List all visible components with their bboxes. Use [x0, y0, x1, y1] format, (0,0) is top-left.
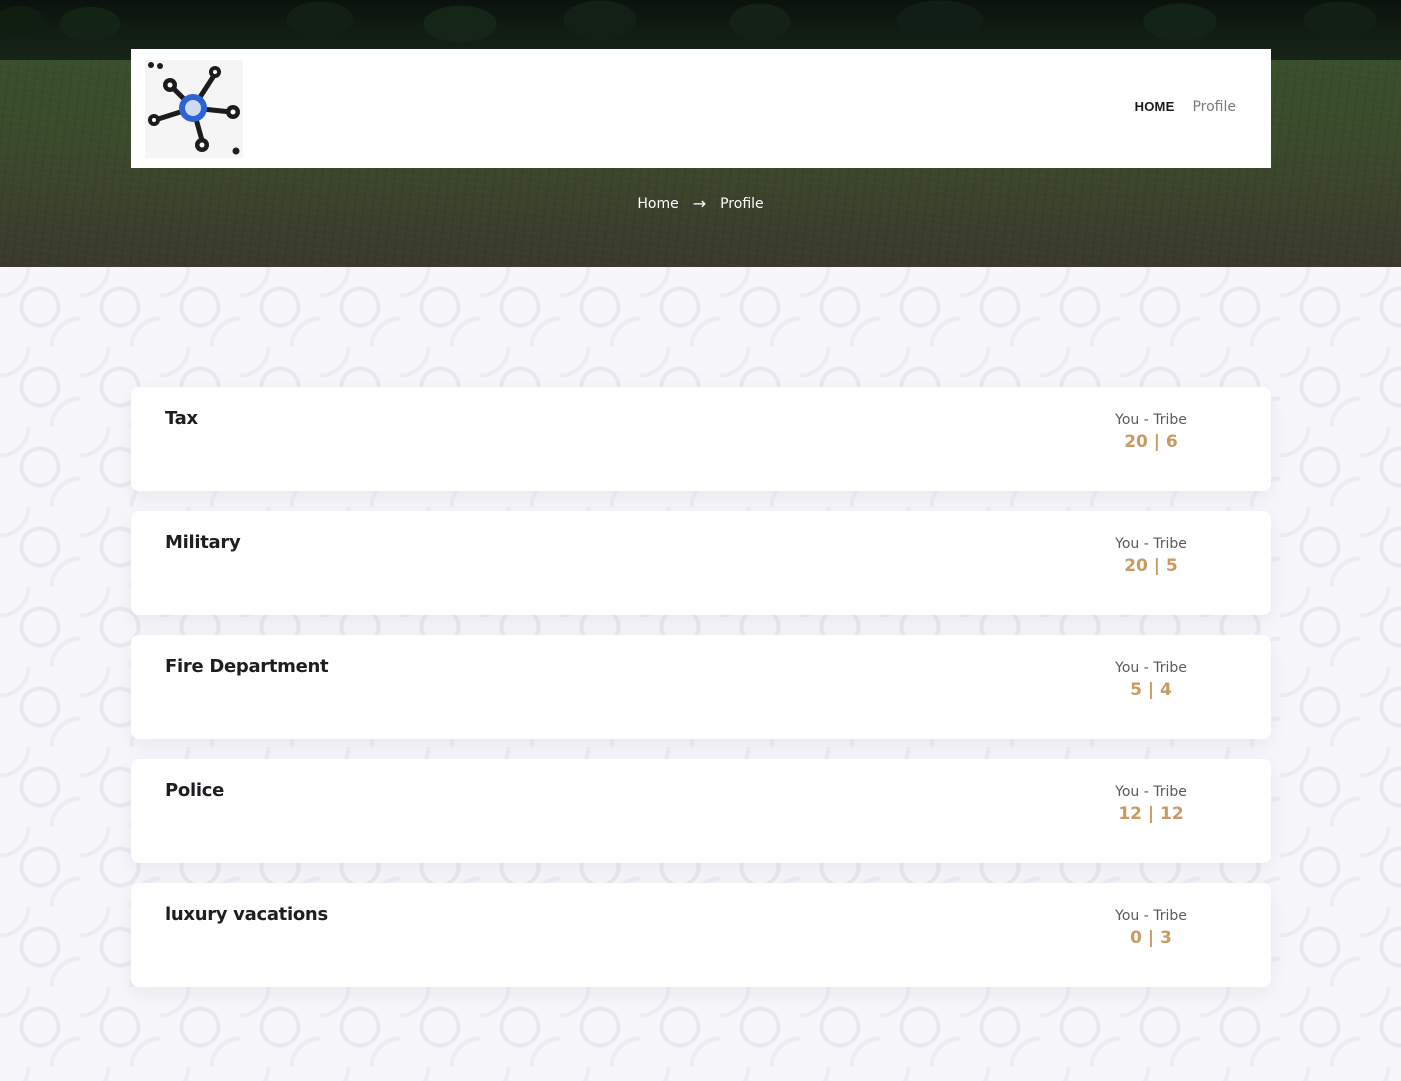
- breadcrumb-home-link[interactable]: Home: [637, 196, 678, 212]
- stat-label: You - Tribe: [1115, 536, 1187, 552]
- stat-value: 0 | 3: [1130, 928, 1172, 948]
- stat-title: Fire Department: [165, 656, 329, 677]
- nav-home-link[interactable]: HOME: [1135, 99, 1175, 114]
- stat-title: luxury vacations: [165, 904, 328, 925]
- stat-label: You - Tribe: [1115, 908, 1187, 924]
- stat-value: 20 | 5: [1124, 556, 1178, 576]
- navbar: HOME Profile: [131, 49, 1271, 168]
- site-logo[interactable]: [145, 60, 243, 158]
- nav-profile-link[interactable]: Profile: [1192, 99, 1236, 115]
- main-nav: HOME Profile: [1135, 99, 1236, 115]
- stat-label: You - Tribe: [1115, 412, 1187, 428]
- stat-meta: You - Tribe 12 | 12: [1091, 783, 1211, 826]
- arrow-right-icon: →: [692, 194, 707, 213]
- stat-meta: You - Tribe 20 | 6: [1091, 411, 1211, 454]
- stat-card-military: Military You - Tribe 20 | 5: [131, 511, 1271, 615]
- stat-value: 5 | 4: [1130, 680, 1172, 700]
- stat-value: 12 | 12: [1118, 804, 1184, 824]
- profile-content: Tax You - Tribe 20 | 6 Military You - Tr…: [0, 267, 1401, 1081]
- stat-label: You - Tribe: [1115, 660, 1187, 676]
- breadcrumb-current: Profile: [720, 196, 764, 212]
- hero-banner: HOME Profile Home → Profile: [0, 0, 1401, 267]
- stat-meta: You - Tribe 0 | 3: [1091, 907, 1211, 950]
- stat-title: Police: [165, 780, 224, 801]
- stat-card-luxury-vacations: luxury vacations You - Tribe 0 | 3: [131, 883, 1271, 987]
- stat-value: 20 | 6: [1124, 432, 1178, 452]
- stat-card-tax: Tax You - Tribe 20 | 6: [131, 387, 1271, 491]
- network-logo-icon: [148, 62, 240, 155]
- breadcrumb: Home → Profile: [0, 194, 1401, 213]
- stat-meta: You - Tribe 20 | 5: [1091, 535, 1211, 578]
- stat-card-police: Police You - Tribe 12 | 12: [131, 759, 1271, 863]
- stat-card-fire-department: Fire Department You - Tribe 5 | 4: [131, 635, 1271, 739]
- stat-label: You - Tribe: [1115, 784, 1187, 800]
- stat-title: Military: [165, 532, 241, 553]
- stat-title: Tax: [165, 408, 198, 429]
- stat-meta: You - Tribe 5 | 4: [1091, 659, 1211, 702]
